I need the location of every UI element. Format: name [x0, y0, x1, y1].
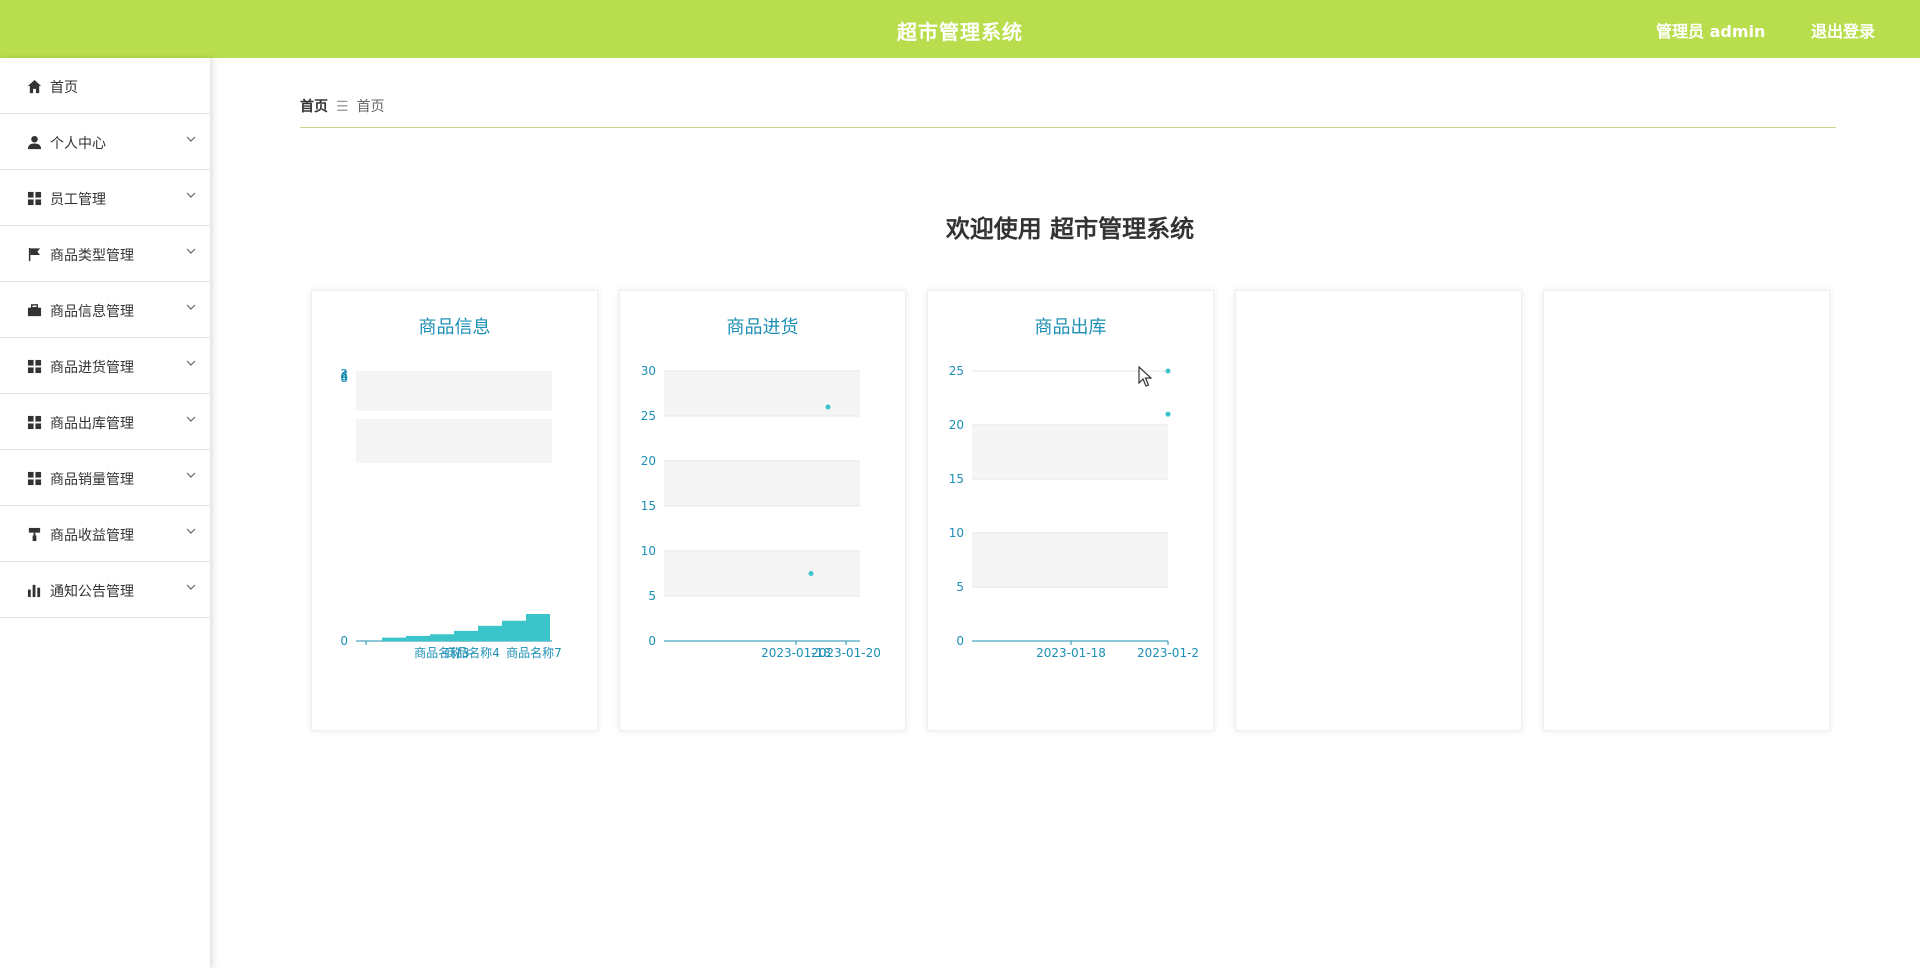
sidebar-item-home[interactable]: 首页 — [0, 58, 210, 114]
grid-icon — [27, 471, 42, 486]
y-tick-label: 15 — [949, 472, 964, 486]
sidebar-item-label: 商品销量管理 — [50, 472, 134, 488]
grid-icon — [27, 415, 42, 430]
grid-band — [972, 425, 1168, 479]
chevron-down-icon — [186, 136, 196, 142]
grid-band — [664, 371, 860, 416]
sidebar-item-purchase[interactable]: 商品进货管理 — [0, 338, 210, 394]
breadcrumb-home[interactable]: 首页 — [300, 99, 328, 115]
x-tick-label: 商品名称7 — [506, 645, 562, 660]
sidebar-item-label: 员工管理 — [50, 192, 106, 208]
chart-card-empty-1 — [1235, 290, 1522, 731]
y-tick-label: 0 — [340, 634, 348, 648]
data-point — [825, 404, 831, 410]
y-tick-label: 0 — [648, 634, 656, 648]
sidebar-item-revenue[interactable]: 商品收益管理 — [0, 506, 210, 562]
chevron-down-icon — [186, 528, 196, 534]
chevron-down-icon — [186, 192, 196, 198]
y-tick-label: 15 — [641, 499, 656, 513]
sidebar-menu: 首页 个人中心 员工管理 商品类型管理 商品信息管理 商品进货管理 商品出库管理… — [0, 58, 211, 968]
grid-band — [356, 371, 552, 411]
breadcrumb-divider — [300, 127, 1836, 128]
y-tick-label: 10 — [641, 544, 656, 558]
y-tick-label: 20 — [949, 418, 964, 432]
bar — [526, 614, 550, 641]
home-icon — [27, 79, 42, 94]
chart-card-empty-2 — [1543, 290, 1830, 731]
x-tick-label: 2023-01-20 — [811, 646, 881, 660]
bar — [454, 630, 478, 641]
chart-card-purchase: 商品进货 0 5 10 15 20 25 30 2023-01-18 2023-01-20 — [619, 290, 906, 731]
sidebar-item-label: 商品信息管理 — [50, 304, 134, 320]
y-tick-label: 30 — [641, 364, 656, 378]
product-info-bar-chart: 02468商品名称3商品名称4 商品名称7 — [340, 367, 562, 660]
paint-roller-icon — [28, 527, 41, 542]
y-tick-label: 5 — [648, 589, 656, 603]
chevron-down-icon — [186, 472, 196, 478]
data-point — [1165, 368, 1171, 374]
breadcrumb-current: 首页 — [356, 99, 385, 115]
logout-link[interactable]: 退出登录 — [1811, 18, 1875, 42]
chevron-down-icon — [186, 416, 196, 422]
chart-card-outbound: 商品出库 0 5 10 15 20 25 2023-01-18 2023-01-2 — [927, 290, 1214, 731]
welcome-heading: 欢迎使用 超市管理系统 — [945, 215, 1195, 243]
grid-icon — [27, 191, 42, 206]
briefcase-icon — [27, 304, 42, 317]
sidebar-item-label: 首页 — [50, 80, 78, 96]
sidebar-item-outbound[interactable]: 商品出库管理 — [0, 394, 210, 450]
sidebar-item-label: 个人中心 — [50, 136, 106, 152]
user-icon — [27, 135, 42, 150]
y-tick-label: 25 — [949, 364, 964, 378]
y-tick-label: 5 — [956, 580, 964, 594]
grid-band — [356, 419, 552, 463]
y-tick-label: 20 — [641, 454, 656, 468]
sidebar-item-personal-center[interactable]: 个人中心 — [0, 114, 210, 170]
bar — [502, 620, 526, 641]
x-tick-label: 2023-01-18 — [1036, 646, 1106, 660]
sidebar-item-notice[interactable]: 通知公告管理 — [0, 562, 210, 618]
grid-band — [664, 461, 860, 506]
y-tick-label: 25 — [641, 409, 656, 423]
chevron-down-icon — [186, 584, 196, 590]
grid-band — [972, 533, 1168, 587]
y-tick-label: 10 — [949, 526, 964, 540]
data-point — [1165, 411, 1171, 417]
y-tick-label: 0 — [956, 634, 964, 648]
breadcrumb-separator: ☰ — [336, 99, 349, 115]
sidebar-item-label: 商品进货管理 — [50, 360, 134, 376]
x-tick-label: 2023-01-2 — [1137, 646, 1199, 660]
purchase-scatter-chart: 0510152025302023-01-182023-01-20 — [641, 364, 881, 660]
chevron-down-icon — [186, 248, 196, 254]
flag-icon — [28, 247, 41, 262]
sidebar-item-label: 商品类型管理 — [50, 248, 134, 264]
outbound-scatter-chart: 0 5 10 15 20 25 2023-01-18 2023-01-2 — [949, 364, 1199, 660]
bar — [382, 637, 406, 641]
bar — [430, 634, 454, 641]
breadcrumb: 首页 ☰ 首页 — [300, 96, 385, 116]
sidebar-item-label: 通知公告管理 — [50, 584, 134, 600]
chevron-down-icon — [186, 360, 196, 366]
app-title: 超市管理系统 — [897, 20, 1023, 44]
bar — [478, 625, 502, 641]
grid-icon — [27, 359, 42, 374]
bar — [406, 635, 430, 641]
data-point — [808, 571, 814, 576]
y-tick-label: 8 — [340, 371, 348, 385]
x-tick-label: 商品名称4 — [444, 645, 500, 660]
grid-band — [664, 551, 860, 596]
chevron-down-icon — [186, 304, 196, 310]
bar-chart-icon — [27, 584, 41, 598]
chart-card-product-info: 商品信息 0 2 4 6 8 商品名称3 商品名称4 商品名称7 — [311, 290, 598, 731]
sidebar-item-label: 商品出库管理 — [50, 416, 134, 432]
sidebar-item-label: 商品收益管理 — [50, 528, 134, 544]
current-user-label: 管理员 admin — [1656, 22, 1766, 41]
top-header: 超市管理系统 管理员 admin 退出登录 — [0, 0, 1920, 58]
sidebar-item-sales[interactable]: 商品销量管理 — [0, 450, 210, 506]
sidebar-item-product-info[interactable]: 商品信息管理 — [0, 282, 210, 338]
mouse-cursor-icon — [1138, 366, 1152, 387]
